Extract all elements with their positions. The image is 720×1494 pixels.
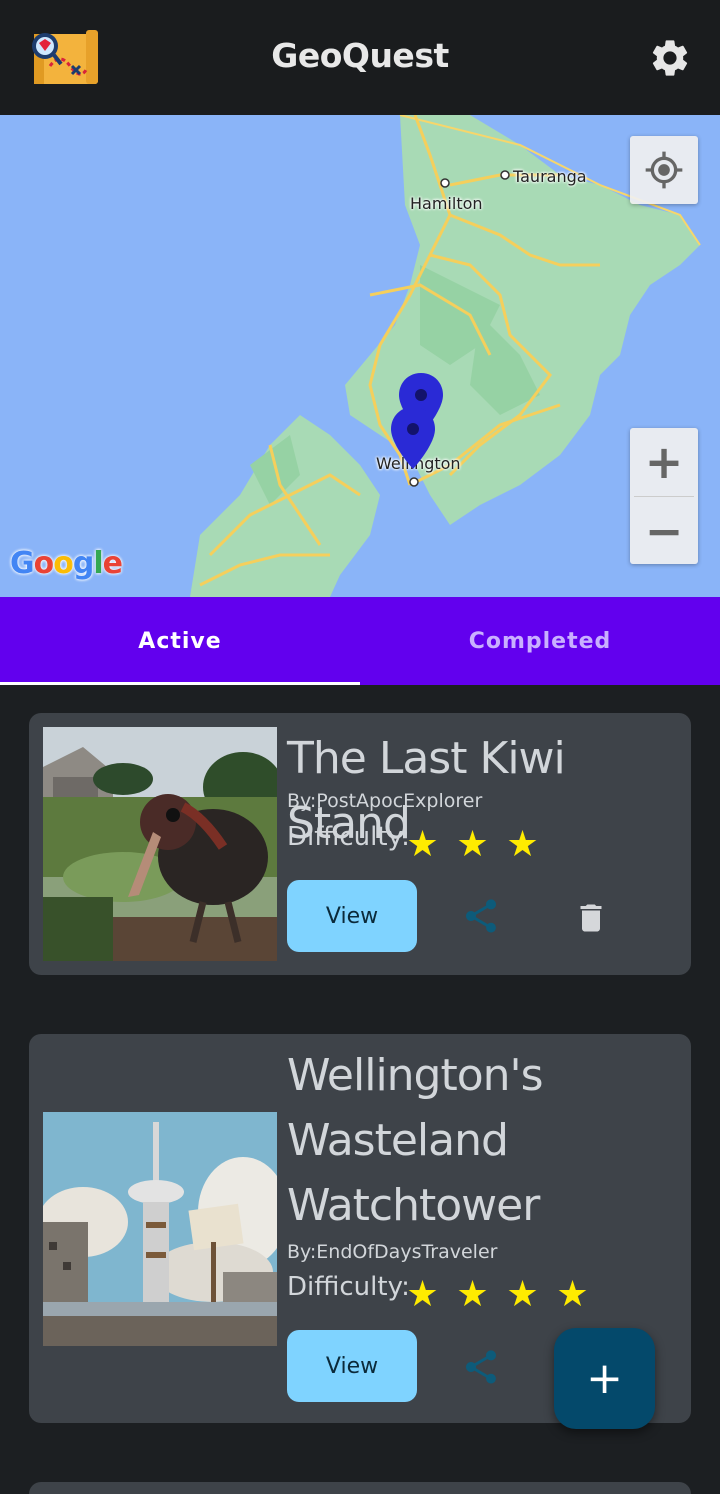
quest-title-line: Wasteland — [287, 1115, 509, 1166]
quest-title-line: Wellington's — [287, 1050, 544, 1101]
gear-icon — [652, 40, 688, 76]
star-icon: ★ — [406, 824, 439, 865]
settings-button[interactable] — [648, 36, 692, 80]
app-bar: GeoQuest — [0, 0, 720, 115]
quest-thumbnail — [43, 1112, 277, 1346]
map-label-tauranga: Tauranga — [513, 167, 587, 186]
star-icon: ★ — [506, 824, 539, 865]
trash-icon — [580, 904, 602, 932]
map-city-markers — [409, 170, 510, 487]
quest-author: By:EndOfDaysTraveler — [287, 1241, 498, 1263]
quest-card: The Last Kiwi Stand By:PostApocExplorer … — [29, 713, 691, 975]
quest-title: Wellington's Wasteland Watchtower — [287, 1043, 544, 1238]
star-icon: ★ — [556, 1274, 589, 1315]
quest-thumbnail — [43, 727, 277, 961]
delete-button[interactable] — [573, 898, 609, 938]
zoom-in-button[interactable]: + — [630, 428, 698, 496]
star-icon: ★ — [456, 1274, 489, 1315]
my-location-button[interactable] — [630, 136, 698, 204]
tab-completed-label: Completed — [468, 628, 612, 654]
tab-active[interactable]: Active — [0, 597, 360, 685]
share-icon — [466, 899, 496, 933]
share-icon — [466, 1350, 496, 1384]
view-quest-button[interactable]: View — [287, 1330, 417, 1402]
app-title: GeoQuest — [271, 36, 449, 75]
star-icon: ★ — [406, 1274, 439, 1315]
quest-card — [29, 1482, 691, 1494]
quest-title-line: Watchtower — [287, 1180, 540, 1231]
quest-tabs: Active Completed — [0, 597, 720, 685]
zoom-controls: + − — [630, 428, 698, 564]
difficulty-label: Difficulty: — [287, 822, 410, 852]
difficulty-label: Difficulty: — [287, 1272, 410, 1302]
zoom-out-button[interactable]: − — [630, 497, 698, 565]
quest-author: By:PostApocExplorer — [287, 790, 483, 812]
google-attribution-logo: Google — [10, 546, 123, 581]
star-icon: ★ — [506, 1274, 539, 1315]
difficulty-stars: ★ ★ ★ ★ — [405, 1277, 590, 1313]
star-icon: ★ — [456, 824, 489, 865]
difficulty-stars: ★ ★ ★ — [405, 827, 540, 863]
map-label-hamilton: Hamilton — [410, 194, 483, 213]
map-pin-icon[interactable] — [389, 405, 437, 471]
tab-active-label: Active — [138, 628, 222, 654]
add-quest-button[interactable]: + — [554, 1328, 655, 1429]
share-button[interactable] — [461, 1347, 501, 1387]
share-button[interactable] — [461, 896, 501, 936]
map-view[interactable]: Tauranga Hamilton Wellington + − Google — [0, 115, 720, 597]
my-location-icon — [645, 151, 683, 189]
tab-completed[interactable]: Completed — [360, 597, 720, 685]
view-quest-button[interactable]: View — [287, 880, 417, 952]
